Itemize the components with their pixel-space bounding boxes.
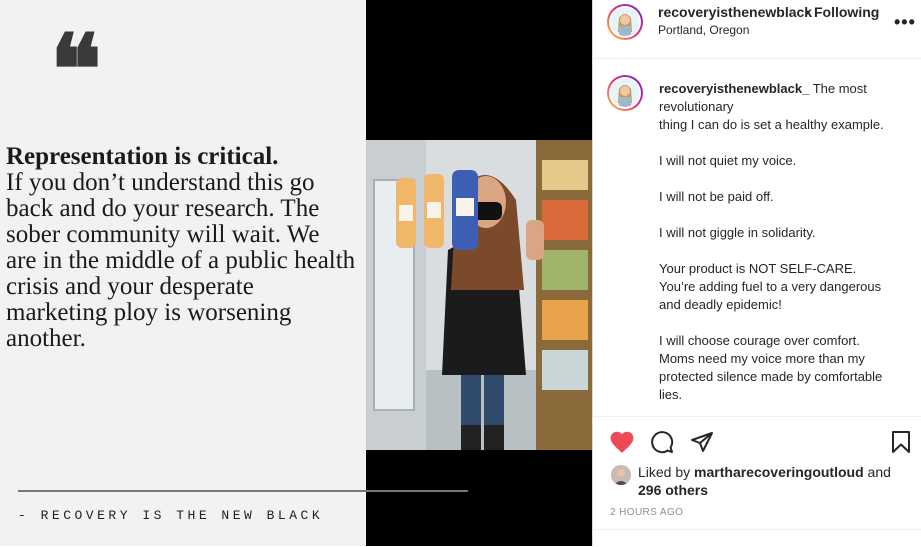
actions-divider	[593, 529, 921, 530]
share-paper-plane-icon[interactable]	[690, 430, 714, 454]
post-actions: Liked by martharecoveringoutloud and 296 …	[593, 416, 921, 547]
caption-body: The most revolutionary thing I can do is…	[659, 81, 884, 402]
liked-by-prefix: Liked by	[638, 464, 695, 480]
photo-woman-holding-juice	[366, 140, 592, 450]
quote-divider	[18, 490, 468, 492]
following-button[interactable]: Following	[814, 4, 879, 20]
post-header: recoveryisthenewblack • Following Portla…	[593, 0, 921, 59]
comment-icon[interactable]	[650, 430, 674, 454]
like-heart-icon[interactable]	[609, 430, 635, 454]
more-options-icon[interactable]: •••	[894, 12, 916, 33]
post-sidebar: recoveryisthenewblack • Following Portla…	[592, 0, 921, 546]
header-separator: •	[805, 4, 810, 20]
liker-avatar[interactable]	[611, 465, 631, 485]
liked-by-text: Liked by martharecoveringoutloud and 296 …	[638, 463, 908, 499]
liked-by-user-link[interactable]: martharecoveringoutloud	[694, 464, 864, 480]
quote-mark-icon: ❝	[50, 13, 102, 126]
post-timestamp[interactable]: 2 HOURS AGO	[610, 507, 683, 518]
post-location[interactable]: Portland, Oregon	[658, 23, 749, 37]
caption-avatar[interactable]	[607, 75, 643, 111]
quote-panel: ❝ Representation is critical. If you don…	[0, 0, 366, 546]
caption-text: recoveryisthenewblack_ The most revoluti…	[659, 80, 889, 404]
post-image[interactable]: ❝ Representation is critical. If you don…	[0, 0, 592, 546]
liked-by-and: and	[863, 464, 891, 480]
quote-signature: - RECOVERY IS THE NEW BLACK	[18, 508, 324, 523]
likes-count-link[interactable]: 296 others	[638, 482, 708, 498]
author-username[interactable]: recoveryisthenewblack	[658, 4, 812, 20]
author-avatar[interactable]	[607, 4, 643, 40]
caption-username[interactable]: recoveryisthenewblack_	[659, 81, 809, 96]
quote-body: If you don’t understand this go back and…	[6, 169, 356, 352]
quote-text: Representation is critical. If you don’t…	[6, 144, 356, 352]
caption-scroll-area[interactable]: recoveryisthenewblack_ The most revoluti…	[593, 59, 921, 415]
quote-heading: Representation is critical.	[6, 143, 279, 170]
save-bookmark-icon[interactable]	[890, 430, 912, 454]
